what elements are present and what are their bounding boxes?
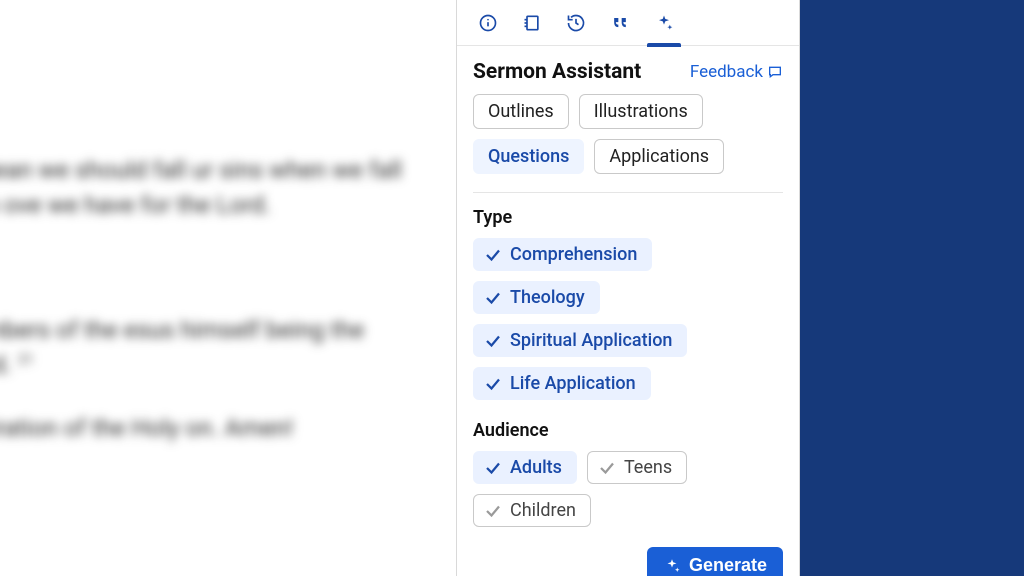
sermon-assistant-panel: Sermon Assistant Feedback Outlines Illus… (456, 0, 800, 576)
mode-outlines[interactable]: Outlines (473, 94, 569, 129)
generate-button[interactable]: Generate (647, 547, 783, 576)
mode-questions[interactable]: Questions (473, 139, 584, 174)
history-tab-icon[interactable] (555, 0, 597, 46)
document-area: your life? But that doesn't mean we shou… (0, 0, 456, 576)
audience-children-label: Children (510, 500, 576, 521)
chat-icon (767, 64, 783, 80)
type-life[interactable]: Life Application (473, 367, 651, 400)
check-icon (598, 459, 616, 477)
audience-section-label: Audience (473, 420, 783, 441)
audience-teens-label: Teens (624, 457, 672, 478)
check-icon (484, 502, 502, 520)
mode-illustrations[interactable]: Illustrations (579, 94, 703, 129)
audience-toggle-group: Adults Teens Children (473, 451, 783, 527)
panel-tab-bar (457, 0, 799, 46)
type-theology[interactable]: Theology (473, 281, 600, 314)
audience-adults[interactable]: Adults (473, 451, 577, 484)
check-icon (484, 375, 502, 393)
audience-adults-label: Adults (510, 457, 562, 478)
quote-tab-icon[interactable] (599, 0, 641, 46)
type-theology-label: Theology (510, 287, 585, 308)
type-section-label: Type (473, 207, 783, 228)
divider (473, 192, 783, 193)
feedback-label: Feedback (690, 62, 763, 82)
sparkle-icon (663, 557, 681, 575)
check-icon (484, 246, 502, 264)
mode-chip-group: Outlines Illustrations Questions Applica… (473, 94, 783, 174)
right-background-strip (800, 0, 1024, 576)
feedback-link[interactable]: Feedback (690, 62, 783, 82)
check-icon (484, 332, 502, 350)
sparkle-tab-icon[interactable] (643, 0, 685, 46)
mode-applications[interactable]: Applications (594, 139, 724, 174)
panel-title: Sermon Assistant (473, 60, 641, 84)
audience-teens[interactable]: Teens (587, 451, 687, 484)
type-toggle-group: Comprehension Theology Spiritual Applica… (473, 238, 783, 400)
check-icon (484, 289, 502, 307)
type-spiritual-label: Spiritual Application (510, 330, 672, 351)
type-spiritual[interactable]: Spiritual Application (473, 324, 687, 357)
check-icon (484, 459, 502, 477)
type-comprehension[interactable]: Comprehension (473, 238, 652, 271)
notebook-tab-icon[interactable] (511, 0, 553, 46)
type-comprehension-label: Comprehension (510, 244, 637, 265)
type-life-label: Life Application (510, 373, 636, 394)
document-text: your life? But that doesn't mean we shou… (0, 0, 456, 474)
audience-children[interactable]: Children (473, 494, 591, 527)
info-tab-icon[interactable] (467, 0, 509, 46)
generate-label: Generate (689, 555, 767, 576)
